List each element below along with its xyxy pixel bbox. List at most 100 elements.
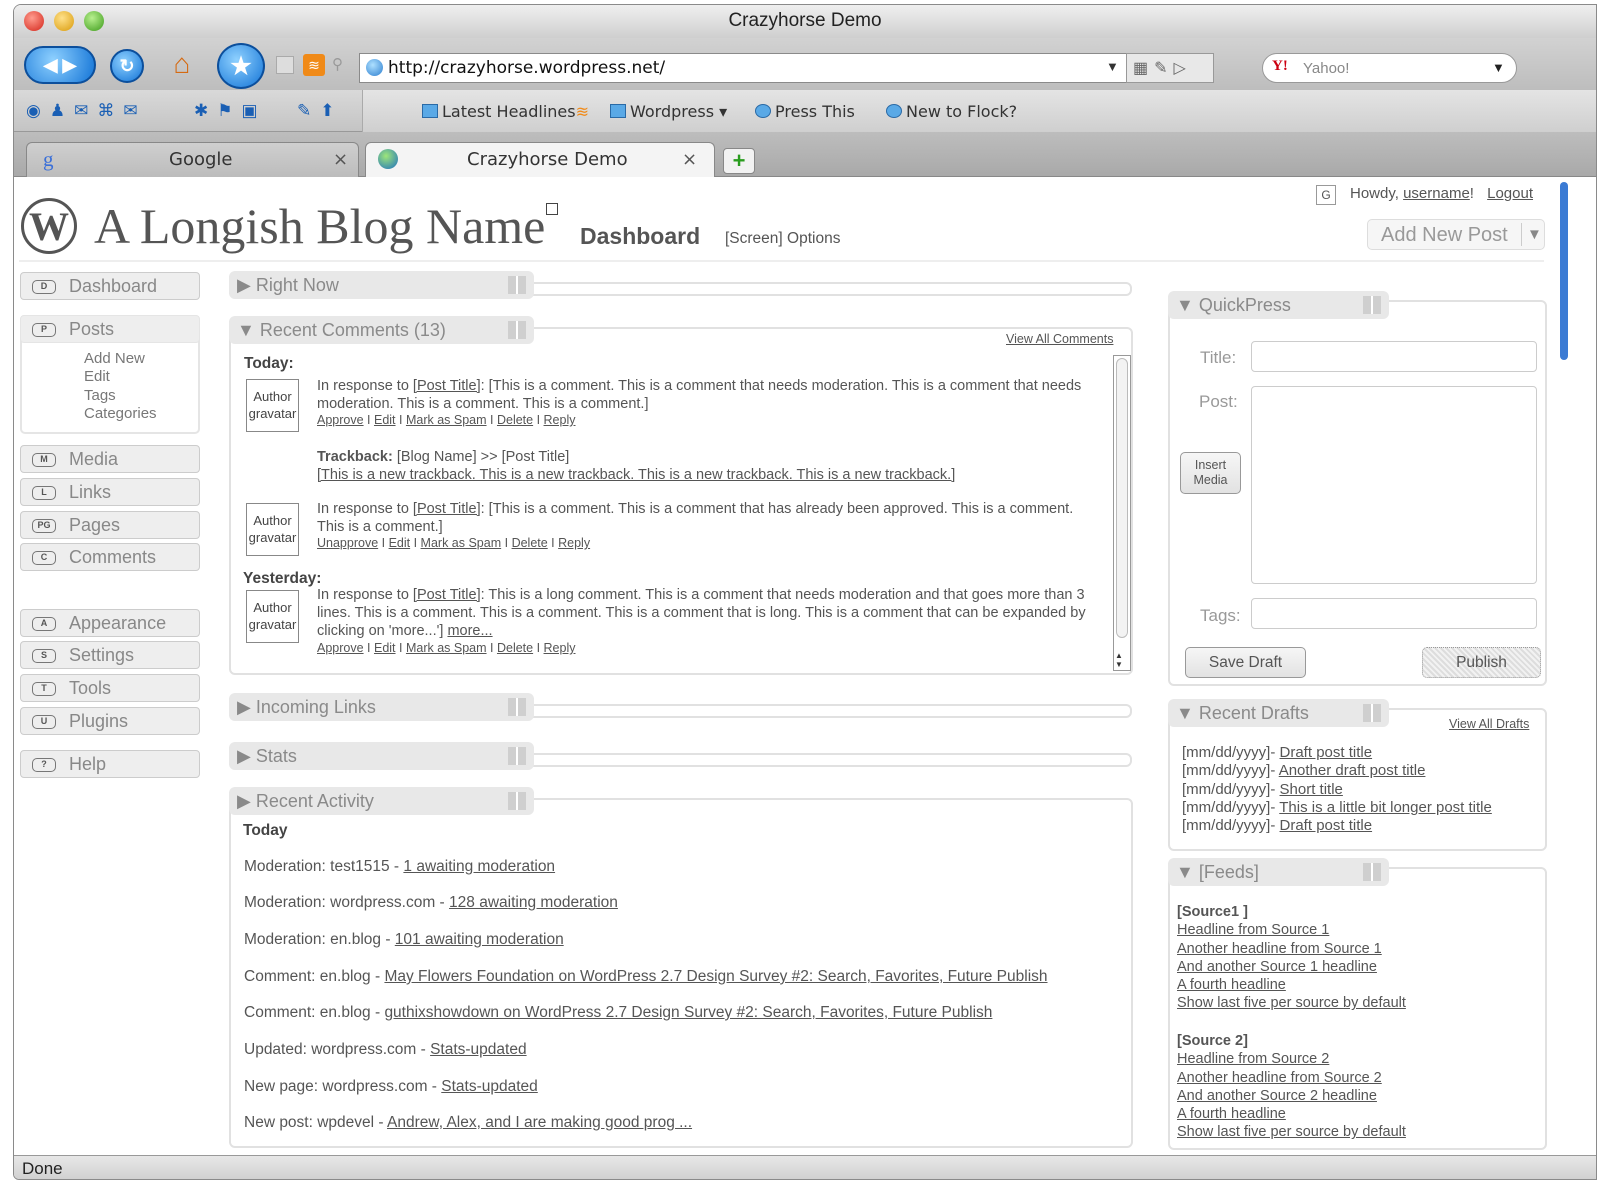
flock-tools-icons[interactable]: ✱⚑▣ <box>194 101 267 121</box>
activity-link[interactable]: 1 awaiting moderation <box>403 858 555 875</box>
draft-link[interactable]: Short title <box>1280 781 1343 798</box>
search-dropdown-icon[interactable]: ▼ <box>1492 60 1505 75</box>
refresh-icon[interactable]: ↻ <box>110 49 144 83</box>
sidebar-item-help[interactable]: ? Help <box>20 750 200 778</box>
external-link-icon[interactable] <box>546 203 558 215</box>
tags-field[interactable] <box>1251 598 1537 629</box>
post-title-link[interactable]: [Post Title] <box>413 587 481 603</box>
new-tab-icon[interactable]: + <box>723 148 755 174</box>
stats-header[interactable]: ▶ Stats <box>229 742 534 770</box>
close-tab-icon[interactable]: × <box>682 149 697 170</box>
mark-as-spam-link[interactable]: Mark as Spam <box>406 413 487 427</box>
blog-name[interactable]: A Longish Blog Name <box>94 197 545 255</box>
bookmark-latest-headlines[interactable]: Latest Headlines≋ <box>422 102 589 121</box>
flock-blog-icons[interactable]: ✎⬆ <box>297 101 344 121</box>
drag-handle-icon[interactable] <box>508 321 526 339</box>
incoming-links-header[interactable]: ▶ Incoming Links <box>229 693 534 721</box>
feed-headline-link[interactable]: Headline from Source 1 <box>1177 921 1406 939</box>
view-all-comments-link[interactable]: View All Comments <box>1006 332 1113 346</box>
feeds-header[interactable]: ▼ [Feeds] <box>1168 858 1389 886</box>
edit-link[interactable]: Edit <box>374 641 396 655</box>
url-tools[interactable]: ▦✎▷ <box>1126 53 1214 83</box>
tab-google[interactable]: g Google × <box>26 142 359 177</box>
approve-link[interactable]: Approve <box>317 641 364 655</box>
sidebar-item-dashboard[interactable]: D Dashboard <box>20 272 200 300</box>
edit-link[interactable]: Edit <box>389 536 411 550</box>
collapse-icon[interactable]: ▼ <box>1176 862 1199 882</box>
screen-options-link[interactable]: [Screen] Options <box>725 230 840 248</box>
post-title-link[interactable]: [Post Title] <box>413 501 481 517</box>
bookmark-press-this[interactable]: Press This <box>755 102 855 121</box>
save-draft-button[interactable]: Save Draft <box>1185 647 1306 678</box>
gravatar-g-icon[interactable]: G <box>1316 185 1336 205</box>
collapse-icon[interactable]: ▼ <box>1176 295 1199 315</box>
trackback-text-link[interactable]: [This is a new trackback. This is a new … <box>317 467 955 483</box>
home-icon[interactable]: ⌂ <box>166 49 198 81</box>
sidebar-item-tools[interactable]: T Tools <box>20 674 200 702</box>
sidebar-item-links[interactable]: L Links <box>20 478 200 506</box>
expand-icon[interactable]: ▶ <box>237 697 256 717</box>
recent-drafts-header[interactable]: ▼ Recent Drafts <box>1168 699 1389 727</box>
unapprove-link[interactable]: Unapprove <box>317 536 378 550</box>
add-new-post-button[interactable]: Add New Post ▼ <box>1367 219 1545 250</box>
scrollbar-thumb[interactable] <box>1116 358 1128 638</box>
drag-handle-icon[interactable] <box>1363 296 1381 314</box>
reply-link[interactable]: Reply <box>544 413 576 427</box>
logout-link[interactable]: Logout <box>1487 185 1533 202</box>
drag-handle-icon[interactable] <box>508 792 526 810</box>
drag-handle-icon[interactable] <box>508 698 526 716</box>
reply-link[interactable]: Reply <box>558 536 590 550</box>
title-field[interactable] <box>1251 341 1537 372</box>
post-title-link[interactable]: [Post Title] <box>413 378 481 394</box>
activity-link[interactable]: Andrew, Alex, and I are making good prog… <box>387 1114 692 1131</box>
activity-link[interactable]: Stats-updated <box>441 1078 538 1095</box>
drag-handle-icon[interactable] <box>508 276 526 294</box>
draft-link[interactable]: Draft post title <box>1280 817 1373 834</box>
insert-media-button[interactable]: Insert Media <box>1180 452 1241 494</box>
bookmark-new-to-flock[interactable]: New to Flock? <box>886 102 1017 121</box>
feed-headline-link[interactable]: Show last five per source by default <box>1177 994 1406 1012</box>
flock-toolbar-icons[interactable]: ◉♟✉⌘✉ <box>26 101 147 121</box>
mark-as-spam-link[interactable]: Mark as Spam <box>406 641 487 655</box>
feed-headline-link[interactable]: And another Source 2 headline <box>1177 1087 1406 1105</box>
edit-link[interactable]: Edit <box>374 413 396 427</box>
activity-link[interactable]: Stats-updated <box>430 1041 527 1058</box>
clip-icon[interactable] <box>276 56 294 74</box>
url-dropdown-icon[interactable]: ▼ <box>1106 59 1119 74</box>
delete-link[interactable]: Delete <box>497 413 533 427</box>
recent-activity-header[interactable]: ▶ Recent Activity <box>229 787 534 815</box>
feed-headline-link[interactable]: Another headline from Source 1 <box>1177 940 1406 958</box>
sidebar-item-comments[interactable]: C Comments <box>20 543 200 571</box>
search-engine-field[interactable]: Yahoo! <box>1262 53 1517 83</box>
sidebar-item-media[interactable]: M Media <box>20 445 200 473</box>
submenu-edit[interactable]: Edit <box>84 368 157 386</box>
reply-link[interactable]: Reply <box>544 641 576 655</box>
submenu-add-new[interactable]: Add New <box>84 350 157 368</box>
sidebar-item-plugins[interactable]: U Plugins <box>20 707 200 735</box>
sidebar-item-posts[interactable]: P Posts <box>20 315 200 343</box>
submenu-tags[interactable]: Tags <box>84 387 157 405</box>
recent-comments-header[interactable]: ▼ Recent Comments (13) <box>229 316 534 344</box>
activity-link[interactable]: guthixshowdown on WordPress 2.7 Design S… <box>384 1004 992 1021</box>
draft-link[interactable]: Another draft post title <box>1279 762 1426 779</box>
expand-icon[interactable]: ▶ <box>237 791 256 811</box>
post-textarea[interactable] <box>1251 386 1537 584</box>
submenu-categories[interactable]: Categories <box>84 405 157 423</box>
bookmark-wordpress[interactable]: Wordpress ▾ <box>610 102 727 121</box>
scroll-arrows-icon[interactable]: ▲ ▼ <box>1115 651 1123 669</box>
search-icon[interactable]: ⚲ <box>332 55 343 73</box>
view-all-drafts-link[interactable]: View All Drafts <box>1449 717 1529 731</box>
right-now-header[interactable]: ▶ Right Now <box>229 271 534 299</box>
publish-button[interactable]: Publish <box>1422 647 1541 678</box>
chevron-down-icon[interactable]: ▼ <box>1521 223 1542 246</box>
approve-link[interactable]: Approve <box>317 413 364 427</box>
feed-headline-link[interactable]: A fourth headline <box>1177 1105 1406 1123</box>
mark-as-spam-link[interactable]: Mark as Spam <box>421 536 502 550</box>
quickpress-header[interactable]: ▼ QuickPress <box>1168 291 1389 319</box>
delete-link[interactable]: Delete <box>512 536 548 550</box>
activity-link[interactable]: 128 awaiting moderation <box>449 894 618 911</box>
tab-crazyhorse-demo[interactable]: Crazyhorse Demo × <box>365 142 715 178</box>
close-tab-icon[interactable]: × <box>333 149 348 170</box>
more-link[interactable]: more... <box>447 623 492 639</box>
feed-headline-link[interactable]: Headline from Source 2 <box>1177 1050 1406 1068</box>
